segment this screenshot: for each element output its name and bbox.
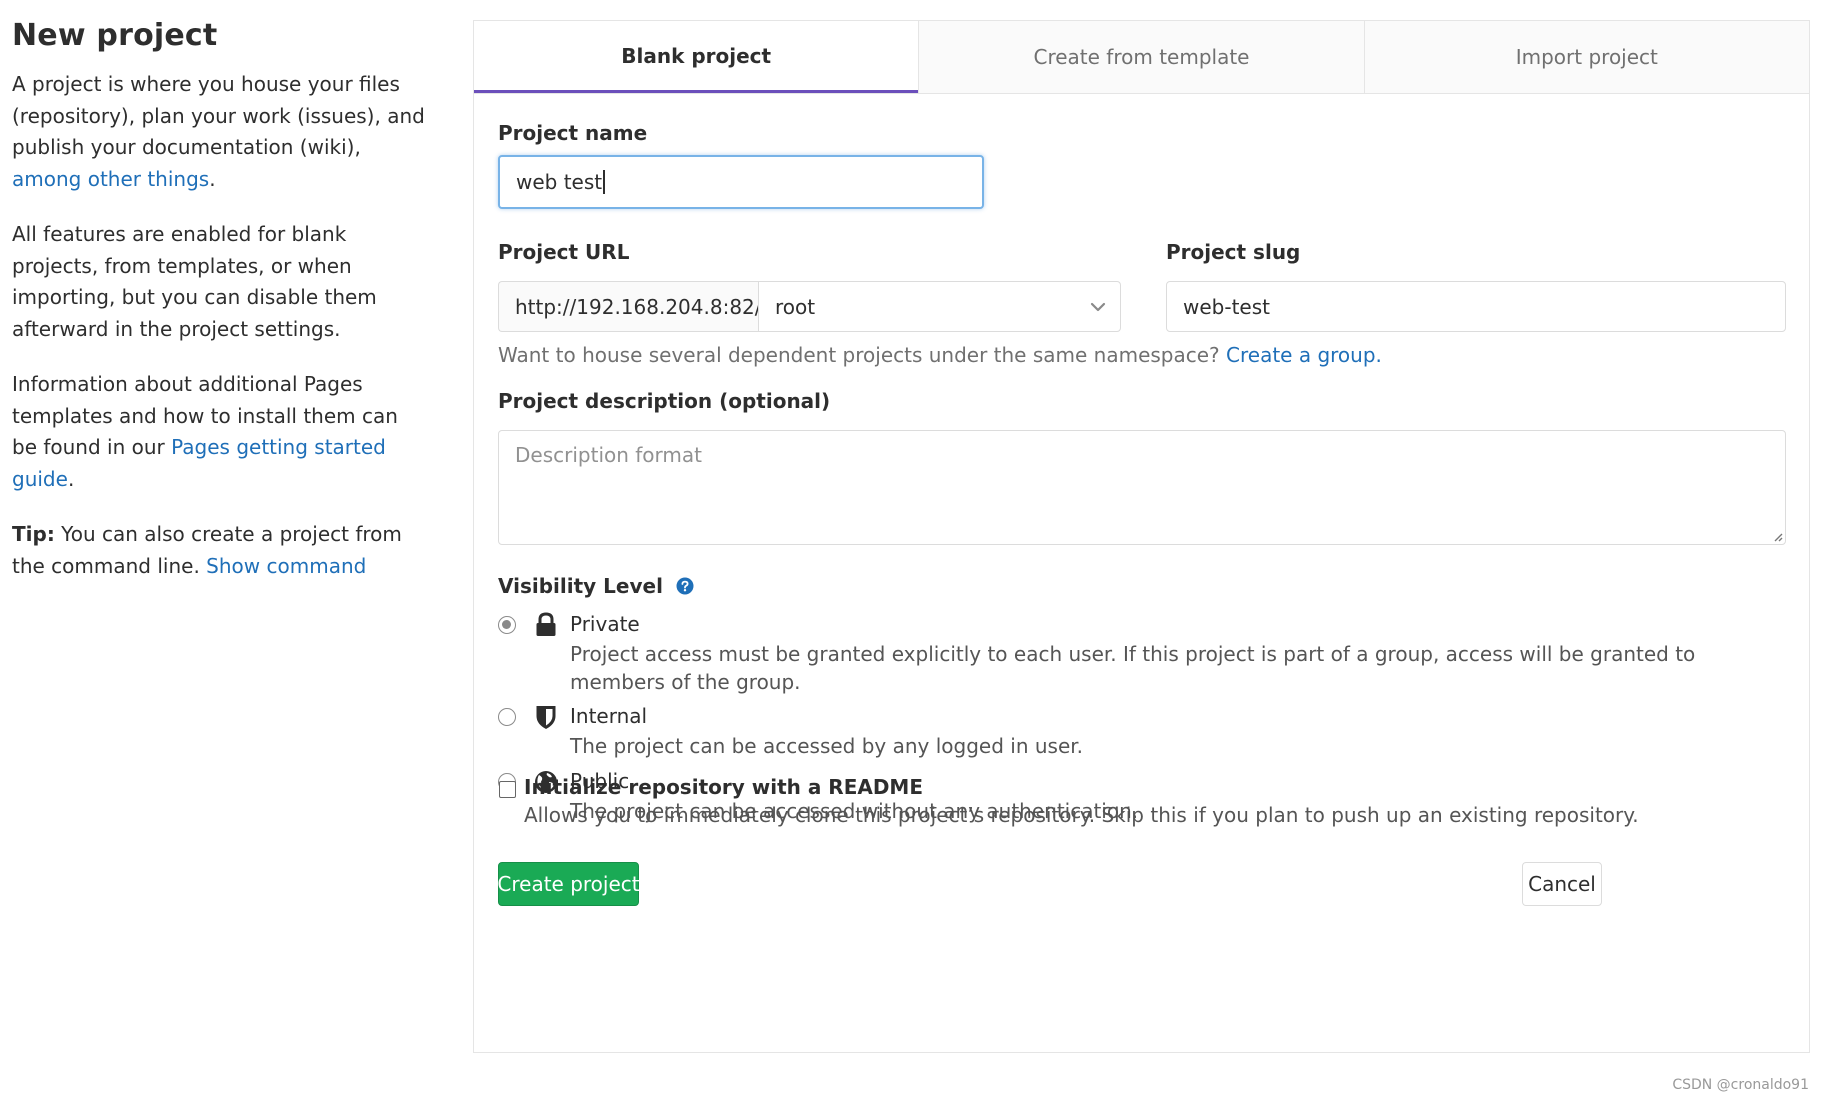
visibility-level-text: Visibility Level bbox=[498, 574, 663, 598]
watermark: CSDN @cronaldo91 bbox=[1672, 1077, 1809, 1093]
project-name-input[interactable]: web test bbox=[498, 155, 984, 209]
text-caret bbox=[603, 170, 606, 194]
pages-paragraph: Information about additional Pages templ… bbox=[12, 369, 427, 495]
project-description-textarea[interactable]: Description format bbox=[498, 430, 1786, 545]
project-slug-label: Project slug bbox=[1166, 240, 1301, 264]
visibility-option-private[interactable]: Private Project access must be granted e… bbox=[498, 612, 1785, 694]
shield-icon bbox=[536, 706, 556, 729]
tip-paragraph: Tip: You can also create a project from … bbox=[12, 519, 427, 582]
namespace-help: Want to house several dependent projects… bbox=[498, 343, 1382, 367]
features-paragraph: All features are enabled for blank proje… bbox=[12, 222, 377, 341]
lock-icon bbox=[536, 612, 556, 636]
create-group-link[interactable]: Create a group. bbox=[1226, 343, 1382, 367]
private-radio[interactable] bbox=[498, 616, 516, 634]
show-command-link[interactable]: Show command bbox=[206, 554, 366, 578]
intro-end: . bbox=[209, 166, 216, 191]
resize-handle-icon[interactable] bbox=[1771, 530, 1783, 542]
project-slug-input[interactable]: web-test bbox=[1166, 281, 1786, 332]
tab-create-from-template[interactable]: Create from template bbox=[918, 21, 1364, 93]
among-other-things-link[interactable]: among other things bbox=[12, 167, 209, 191]
namespace-help-text: Want to house several dependent projects… bbox=[498, 343, 1227, 367]
page-title: New project bbox=[12, 18, 218, 53]
internal-title: Internal bbox=[570, 704, 648, 728]
cancel-button[interactable]: Cancel bbox=[1522, 862, 1602, 906]
description-placeholder: Description format bbox=[515, 443, 702, 467]
intro-paragraph: A project is where you house your files … bbox=[12, 69, 427, 195]
internal-description: The project can be accessed by any logge… bbox=[570, 734, 1084, 758]
initialize-readme-checkbox[interactable] bbox=[499, 781, 516, 798]
project-name-value: web test bbox=[516, 170, 603, 194]
intro-column: New project A project is where you house… bbox=[12, 18, 427, 606]
project-url-label: Project URL bbox=[498, 240, 630, 264]
project-description-label: Project description (optional) bbox=[498, 389, 831, 413]
project-name-label: Project name bbox=[498, 121, 648, 145]
visibility-level-label: Visibility Level bbox=[498, 574, 694, 598]
project-url-prefix: http://192.168.204.8:82/ bbox=[498, 281, 762, 332]
namespace-select[interactable]: root bbox=[758, 281, 1121, 332]
pages-end: . bbox=[67, 466, 75, 491]
private-title: Private bbox=[570, 612, 640, 636]
initialize-readme-label[interactable]: Initialize repository with a README bbox=[524, 775, 923, 799]
private-description: Project access must be granted explicitl… bbox=[570, 642, 1696, 694]
visibility-option-internal[interactable]: Internal The project can be accessed by … bbox=[498, 704, 1785, 758]
question-icon[interactable] bbox=[676, 577, 694, 595]
initialize-readme-help: Allows you to immediately clone this pro… bbox=[524, 803, 1639, 827]
create-project-button[interactable]: Create project bbox=[497, 862, 640, 906]
tab-blank-project[interactable]: Blank project bbox=[474, 21, 919, 93]
tab-import-project[interactable]: Import project bbox=[1363, 21, 1809, 93]
project-type-tabs: Blank project Create from template Impor… bbox=[474, 21, 1809, 94]
intro-text: A project is where you house your files … bbox=[12, 72, 425, 159]
namespace-value: root bbox=[775, 294, 816, 319]
tip-label: Tip: bbox=[12, 522, 55, 546]
internal-radio[interactable] bbox=[498, 708, 516, 726]
project-slug-value: web-test bbox=[1183, 294, 1270, 319]
chevron-down-icon bbox=[1090, 302, 1106, 311]
new-project-panel: Blank project Create from template Impor… bbox=[473, 20, 1810, 1053]
